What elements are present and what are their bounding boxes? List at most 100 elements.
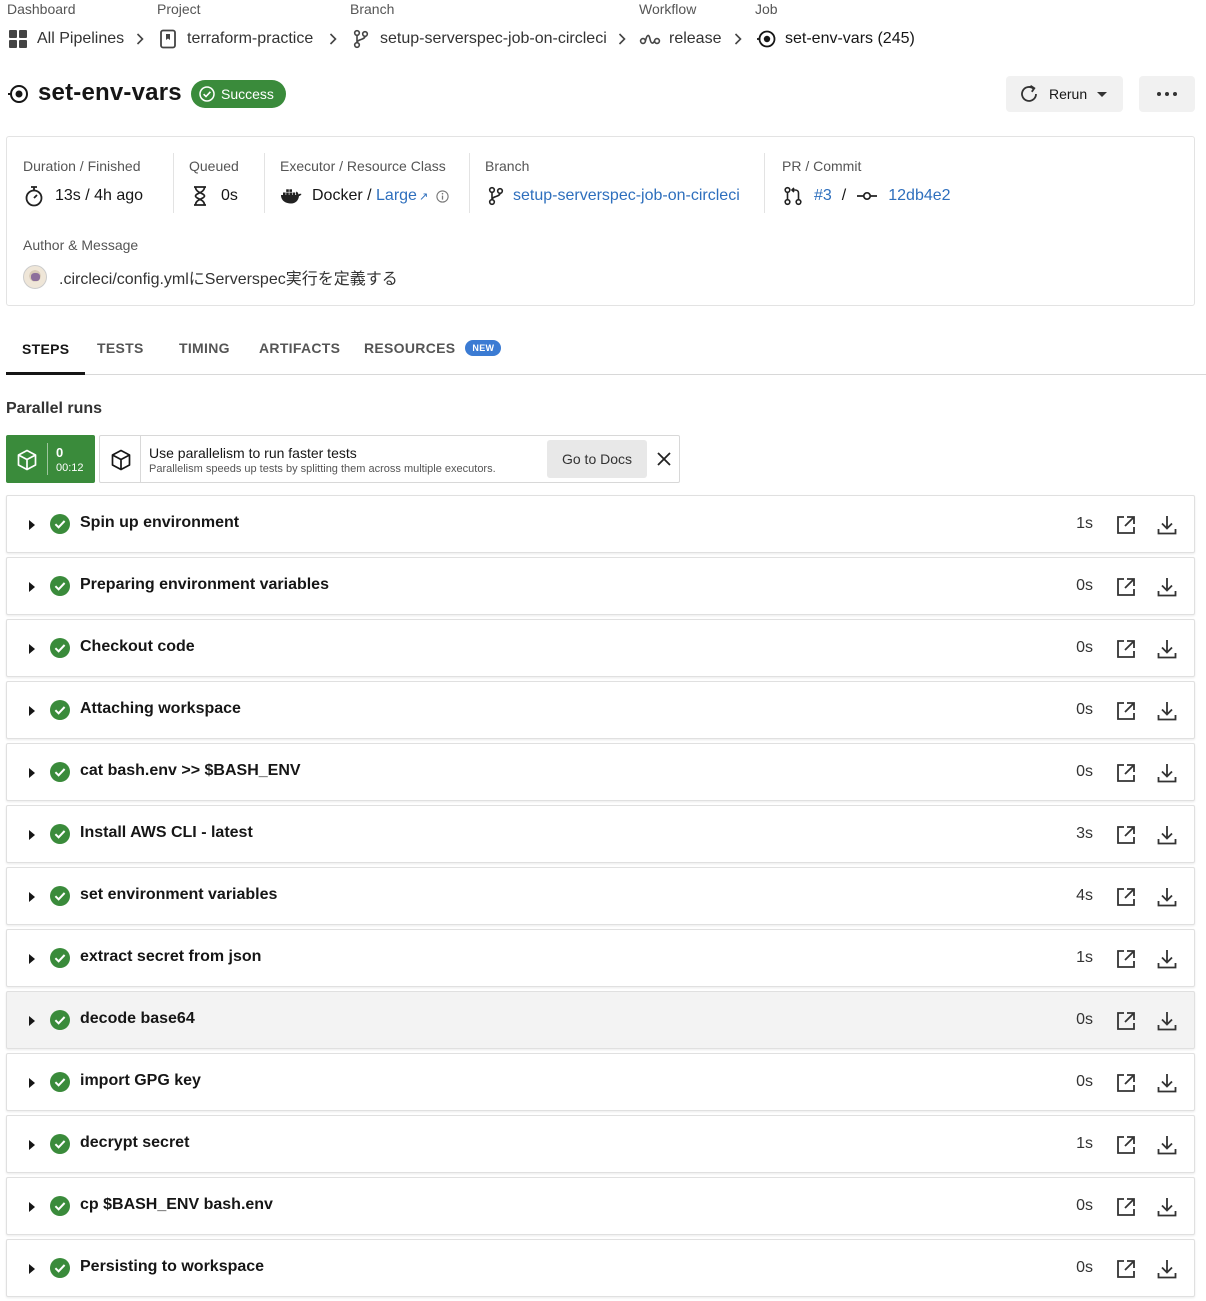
download-icon[interactable]: [1156, 1010, 1178, 1032]
expand-caret-icon[interactable]: [29, 1078, 35, 1088]
download-icon[interactable]: [1156, 700, 1178, 722]
crumb-branch-link[interactable]: setup-serverspec-job-on-circleci: [350, 28, 607, 50]
promo-heading: Use parallelism to run faster tests: [149, 445, 357, 461]
resource-class-link[interactable]: Large: [376, 187, 417, 205]
step-name: set environment variables: [80, 886, 278, 903]
expand-caret-icon[interactable]: [29, 954, 35, 964]
author-row: .circleci/config.ymlにServerspec実行を定義する: [23, 265, 398, 289]
tab-artifacts[interactable]: ARTIFACTS: [259, 322, 340, 374]
crumb-workflow: Workflow: [639, 0, 696, 18]
download-icon[interactable]: [1156, 762, 1178, 784]
crumb-job-header: Job: [755, 1, 778, 17]
open-in-new-icon[interactable]: [1115, 1010, 1137, 1032]
download-icon[interactable]: [1156, 1134, 1178, 1156]
step-row-3[interactable]: Checkout code 0s: [6, 619, 1195, 677]
open-in-new-icon[interactable]: [1115, 948, 1137, 970]
job-header: set-env-vars Success Rerun: [7, 76, 1197, 112]
expand-caret-icon[interactable]: [29, 768, 35, 778]
step-row-2[interactable]: Preparing environment variables 0s: [6, 557, 1195, 615]
expand-caret-icon[interactable]: [29, 706, 35, 716]
open-in-new-icon[interactable]: [1115, 824, 1137, 846]
tab-steps-label: STEPS: [22, 340, 70, 357]
branch-link[interactable]: setup-serverspec-job-on-circleci: [513, 187, 740, 205]
step-name: Attaching workspace: [80, 700, 241, 717]
expand-caret-icon[interactable]: [29, 830, 35, 840]
crumb-all-pipelines-link[interactable]: All Pipelines: [7, 28, 124, 50]
expand-caret-icon[interactable]: [29, 892, 35, 902]
executor-value: Docker: [312, 187, 363, 204]
open-in-new-icon[interactable]: [1115, 1134, 1137, 1156]
step-duration: 0s: [1076, 1197, 1093, 1214]
executor-value-row: Docker / Large ↗: [280, 185, 449, 207]
more-actions-button[interactable]: [1139, 76, 1195, 112]
download-icon[interactable]: [1156, 638, 1178, 660]
open-in-new-icon[interactable]: [1115, 700, 1137, 722]
step-row-7[interactable]: set environment variables 4s: [6, 867, 1195, 925]
expand-caret-icon[interactable]: [29, 1140, 35, 1150]
tab-steps[interactable]: STEPS: [6, 322, 86, 375]
open-in-new-icon[interactable]: [1115, 762, 1137, 784]
download-icon[interactable]: [1156, 948, 1178, 970]
open-in-new-icon[interactable]: [1115, 576, 1137, 598]
avatar[interactable]: [23, 265, 47, 289]
step-row-6[interactable]: Install AWS CLI - latest 3s: [6, 805, 1195, 863]
crumb-project-link[interactable]: terraform-practice: [157, 28, 313, 50]
commit-message: .circleci/config.ymlにServerspec実行を定義する: [59, 271, 398, 288]
open-in-new-icon[interactable]: [1115, 514, 1137, 536]
expand-caret-icon[interactable]: [29, 1202, 35, 1212]
info-duration: Duration / Finished 13s / 4h ago: [23, 153, 173, 213]
step-row-11[interactable]: decrypt secret 1s: [6, 1115, 1195, 1173]
open-in-new-icon[interactable]: [1115, 1258, 1137, 1280]
go-to-docs-button[interactable]: Go to Docs: [547, 440, 647, 478]
tab-resources[interactable]: RESOURCES NEW: [364, 322, 502, 374]
tab-resources-label: RESOURCES: [364, 340, 456, 356]
tab-tests[interactable]: TESTS: [97, 322, 144, 374]
expand-caret-icon[interactable]: [29, 1264, 35, 1274]
crumb-dashboard-header: Dashboard: [7, 1, 76, 17]
step-row-4[interactable]: Attaching workspace 0s: [6, 681, 1195, 739]
step-row-1[interactable]: Spin up environment 1s: [6, 495, 1195, 553]
step-duration: 0s: [1076, 763, 1093, 780]
success-check-icon: [50, 948, 70, 968]
expand-caret-icon[interactable]: [29, 1016, 35, 1026]
tab-timing[interactable]: TIMING: [179, 322, 230, 374]
rerun-button[interactable]: Rerun: [1006, 76, 1123, 112]
step-row-9[interactable]: decode base64 0s: [6, 991, 1195, 1049]
info-circle-icon[interactable]: [436, 189, 449, 203]
download-icon[interactable]: [1156, 1258, 1178, 1280]
open-in-new-icon[interactable]: [1115, 886, 1137, 908]
branch-label: Branch: [485, 158, 530, 174]
success-check-icon: [50, 1010, 70, 1030]
parallel-run-0[interactable]: 0 00:12: [6, 435, 95, 483]
crumb-workflow-link[interactable]: release: [639, 28, 721, 50]
open-in-new-icon[interactable]: [1115, 638, 1137, 660]
download-icon[interactable]: [1156, 886, 1178, 908]
expand-caret-icon[interactable]: [29, 520, 35, 530]
breadcrumb: Dashboard All Pipelines Project terrafor…: [7, 0, 1197, 60]
expand-caret-icon[interactable]: [29, 644, 35, 654]
rerun-label: Rerun: [1049, 86, 1088, 102]
step-row-8[interactable]: extract secret from json 1s: [6, 929, 1195, 987]
expand-caret-icon[interactable]: [29, 582, 35, 592]
step-row-10[interactable]: import GPG key 0s: [6, 1053, 1195, 1111]
chevron-right-icon: [326, 30, 340, 48]
parallel-runs-title: Parallel runs: [6, 400, 103, 417]
crumb-job-label: set-env-vars (245): [785, 30, 915, 47]
download-icon[interactable]: [1156, 514, 1178, 536]
download-icon[interactable]: [1156, 576, 1178, 598]
open-in-new-icon[interactable]: [1115, 1196, 1137, 1218]
step-row-12[interactable]: cp $BASH_ENV bash.env 0s: [6, 1177, 1195, 1235]
more-dot-icon: [1165, 92, 1169, 96]
step-name: cat bash.env >> $BASH_ENV: [80, 762, 301, 779]
chevron-right-icon: [731, 30, 745, 48]
step-duration: 0s: [1076, 701, 1093, 718]
pr-link[interactable]: #3: [814, 187, 832, 205]
open-in-new-icon[interactable]: [1115, 1072, 1137, 1094]
close-icon[interactable]: [655, 450, 673, 468]
download-icon[interactable]: [1156, 1196, 1178, 1218]
download-icon[interactable]: [1156, 824, 1178, 846]
commit-link[interactable]: 12db4e2: [888, 187, 950, 205]
download-icon[interactable]: [1156, 1072, 1178, 1094]
step-row-5[interactable]: cat bash.env >> $BASH_ENV 0s: [6, 743, 1195, 801]
step-row-13[interactable]: Persisting to workspace 0s: [6, 1239, 1195, 1297]
